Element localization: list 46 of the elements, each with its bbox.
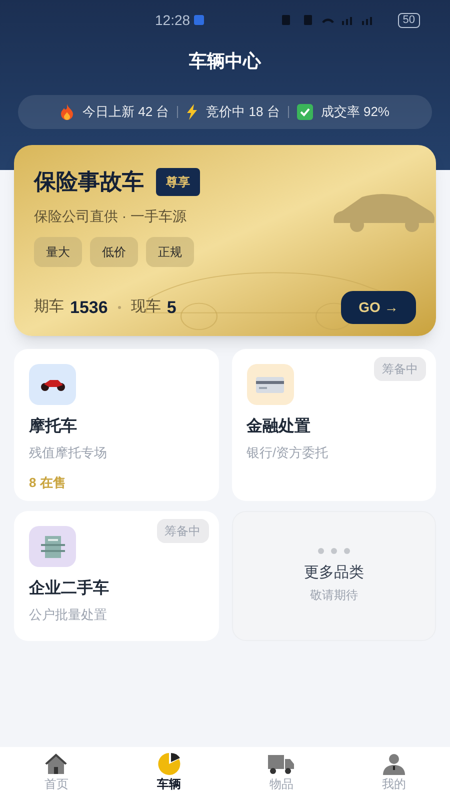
category-card[interactable]: 摩托车 残值摩托专场 8 在售 <box>14 349 218 501</box>
lightning-icon <box>186 104 198 120</box>
checkbox-icon <box>296 104 313 120</box>
motorcycle-icon <box>40 378 66 392</box>
card-icon <box>256 376 284 392</box>
battery-indicator: 50 <box>398 12 420 28</box>
featured-card[interactable]: 保险事故车 尊享 保险公司直供 · 一手车源 量大 低价 正规 期车 1536 现车 5 GO → <box>14 145 436 336</box>
category-card[interactable]: 筹备中 企业二手车 公户批量处置 <box>14 511 218 641</box>
home-icon <box>44 753 68 775</box>
card-subtitle: 敬请期待 <box>310 587 358 604</box>
card-title: 金融处置 <box>246 416 312 437</box>
car-silhouette-icon <box>332 193 436 233</box>
nav-tab[interactable]: 车辆 <box>112 747 225 800</box>
page-title: 车辆中心 <box>189 50 261 73</box>
feature-tag: 正规 <box>146 237 194 267</box>
pie-chart-icon <box>156 753 181 775</box>
card-title: 摩托车 <box>29 416 78 437</box>
premium-badge: 尊享 <box>156 168 200 196</box>
stat-text: 竞价中 18 台 <box>206 103 280 122</box>
status-badge: 筹备中 <box>156 519 208 543</box>
fire-icon <box>60 104 74 120</box>
card-title: 企业二手车 <box>29 578 110 599</box>
stat-text: 成交率 92% <box>320 103 390 122</box>
card-subtitle: 保险公司直供 · 一手车源 <box>34 207 188 226</box>
count-label: 期车 <box>34 297 64 318</box>
count-value: 5 <box>166 296 176 319</box>
stat-text: 今日上新 42 台 <box>82 103 170 122</box>
sale-count: 8 在售 <box>29 474 67 492</box>
card-title: 保险事故车 <box>34 168 144 196</box>
card-subtitle: 残值摩托专场 <box>29 444 108 462</box>
truck-icon <box>268 753 294 775</box>
count-label: 现车 <box>130 297 161 318</box>
building-icon <box>40 534 66 560</box>
user-icon <box>382 753 406 775</box>
category-card[interactable]: 筹备中 金融处置 银行/资方委托 <box>232 349 436 501</box>
status-time: 12:28 <box>155 10 190 30</box>
go-button[interactable]: GO → <box>341 291 416 324</box>
card-subtitle: 公户批量处置 <box>29 606 108 624</box>
feature-tag: 低价 <box>90 237 138 267</box>
card-title: 更多品类 <box>304 562 364 583</box>
dots-icon <box>318 548 350 554</box>
feature-tag: 量大 <box>34 237 82 267</box>
status-badge: 筹备中 <box>374 357 426 381</box>
count-value: 1536 <box>70 296 108 319</box>
card-subtitle: 银行/资方委托 <box>246 444 330 462</box>
more-categories-card[interactable]: 更多品类 敬请期待 <box>232 511 436 641</box>
